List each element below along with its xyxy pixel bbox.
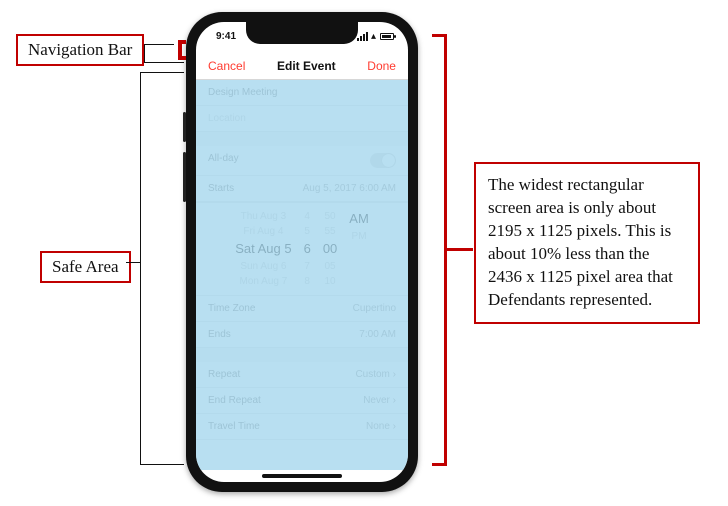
connector-line bbox=[144, 44, 145, 62]
connector-line bbox=[140, 464, 184, 465]
label-safe-area: Safe Area bbox=[40, 251, 131, 283]
home-indicator bbox=[262, 474, 342, 478]
status-time: 9:41 bbox=[216, 31, 236, 42]
connector-line bbox=[144, 44, 174, 45]
safe-area-overlay bbox=[196, 80, 408, 470]
bracket-screen-height bbox=[432, 34, 447, 37]
label-navigation-bar: Navigation Bar bbox=[16, 34, 144, 66]
iphone-frame: 9:41 ▴ Cancel Edit Event Done Design Mee… bbox=[186, 12, 418, 492]
connector-line bbox=[144, 62, 184, 63]
navigation-bar: Cancel Edit Event Done bbox=[196, 52, 408, 80]
description-box: The widest rectangular screen area is on… bbox=[474, 162, 700, 324]
bracket-screen-height bbox=[432, 463, 447, 466]
battery-icon bbox=[380, 33, 394, 40]
status-icons: ▴ bbox=[357, 31, 394, 42]
bracket-screen-height bbox=[447, 248, 473, 251]
cancel-button[interactable]: Cancel bbox=[208, 59, 245, 73]
notch bbox=[246, 22, 358, 44]
connector-line bbox=[140, 72, 141, 464]
connector-line bbox=[126, 262, 140, 263]
bracket-navbar bbox=[178, 40, 186, 44]
connector-line bbox=[140, 72, 184, 73]
signal-icon bbox=[357, 32, 368, 41]
navbar-title: Edit Event bbox=[277, 59, 336, 73]
wifi-icon: ▴ bbox=[371, 31, 377, 42]
diagram-stage: 9:41 ▴ Cancel Edit Event Done Design Mee… bbox=[0, 0, 728, 506]
done-button[interactable]: Done bbox=[367, 59, 396, 73]
bracket-navbar bbox=[178, 56, 186, 60]
iphone-screen: 9:41 ▴ Cancel Edit Event Done Design Mee… bbox=[196, 22, 408, 482]
